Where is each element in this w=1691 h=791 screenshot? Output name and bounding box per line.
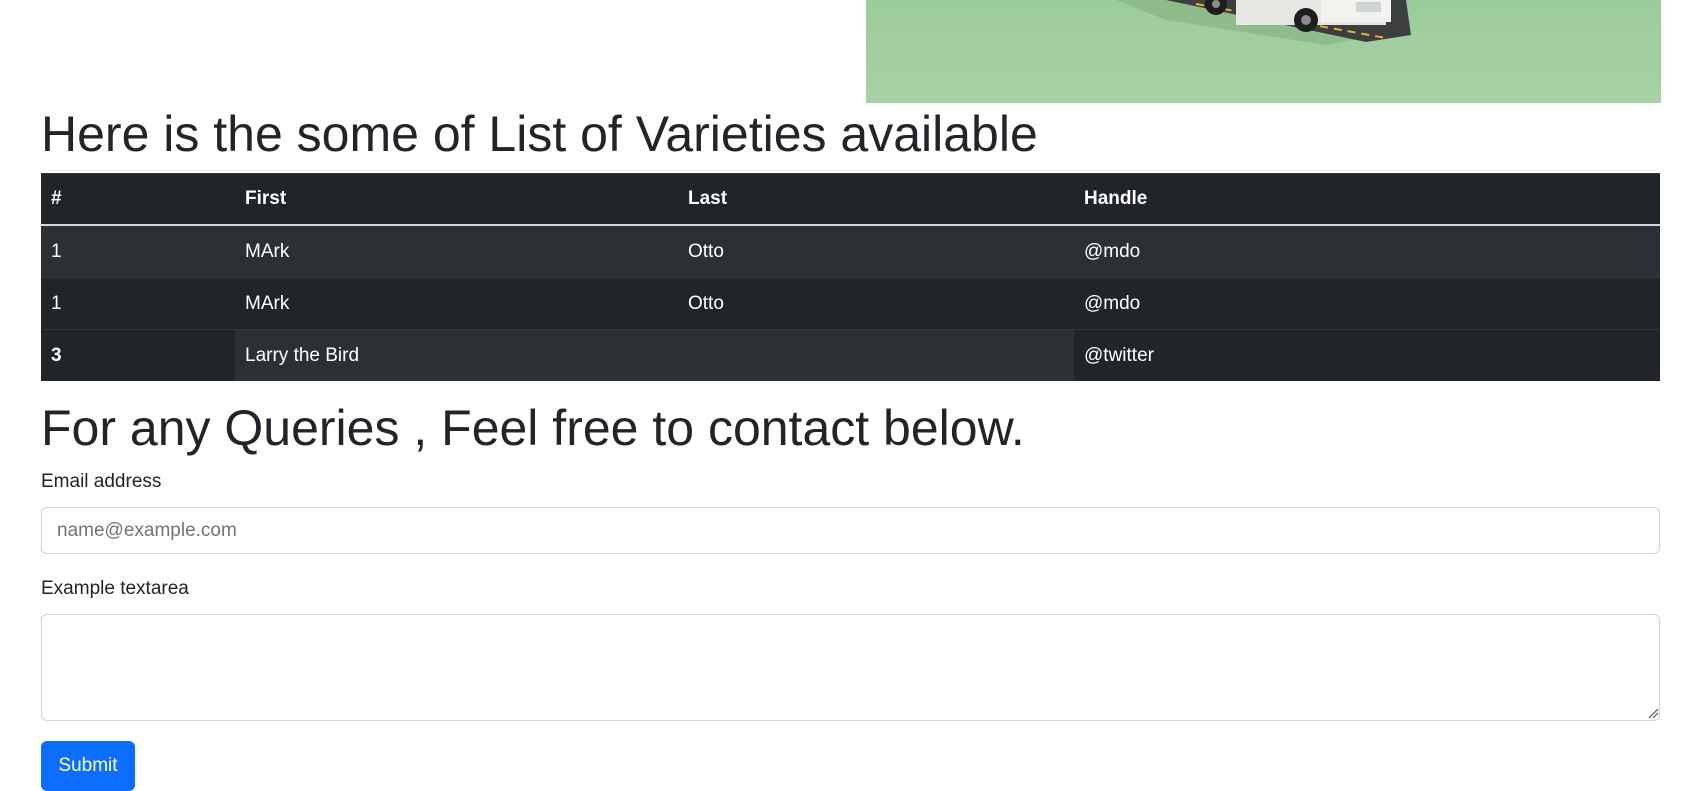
cell-number: 1 <box>41 224 235 278</box>
textarea-label: Example textarea <box>41 578 189 599</box>
cell-handle: @mdo <box>1074 277 1660 330</box>
table-row: 1 MArk Otto @mdo <box>41 277 1660 330</box>
column-header-handle: Handle <box>1074 173 1660 226</box>
email-input[interactable] <box>41 507 1660 554</box>
cell-handle: @mdo <box>1074 224 1660 278</box>
cell-handle: @twitter <box>1074 329 1660 381</box>
column-header-last: Last <box>678 173 1074 226</box>
column-header-number: # <box>41 173 235 226</box>
cell-last: Otto <box>678 224 1074 278</box>
email-label: Email address <box>41 471 162 492</box>
food-truck-image <box>866 0 1661 103</box>
table-row: 3 Larry the Bird @twitter <box>41 329 1660 381</box>
column-header-first: First <box>235 173 678 226</box>
contact-title: For any Queries , Feel free to contact b… <box>41 400 1025 456</box>
table-header-row: # First Last Handle <box>41 173 1660 226</box>
message-textarea[interactable] <box>41 614 1660 721</box>
table-row: 1 MArk Otto @mdo <box>41 224 1660 278</box>
cell-first: MArk <box>235 224 678 278</box>
cell-last: Otto <box>678 277 1074 330</box>
cell-first: MArk <box>235 277 678 330</box>
cell-merged-name: Larry the Bird <box>235 329 1074 381</box>
varieties-table: # First Last Handle 1 MArk Otto @mdo 1 M… <box>41 173 1660 381</box>
submit-button[interactable]: Submit <box>41 741 135 791</box>
cell-number: 3 <box>41 329 235 381</box>
varieties-title: Here is the some of List of Varieties av… <box>41 106 1038 162</box>
resize-handle-icon[interactable] <box>1648 708 1659 719</box>
cell-number: 1 <box>41 277 235 330</box>
